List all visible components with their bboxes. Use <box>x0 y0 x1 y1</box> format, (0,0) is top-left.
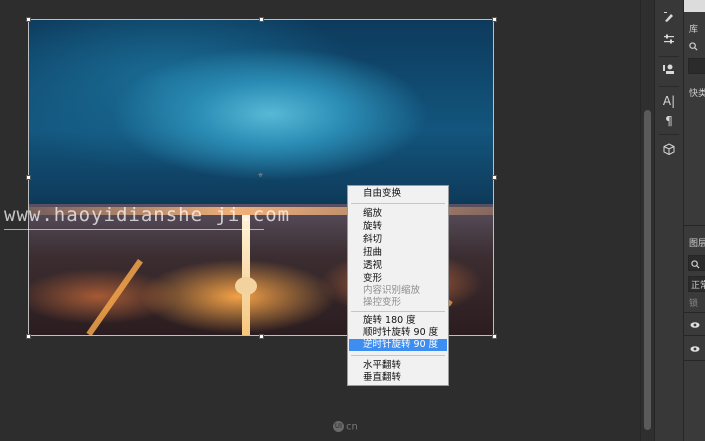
menu-item-puppet-warp[interactable]: 操控变形 <box>349 297 447 309</box>
menu-item-flip-vertical[interactable]: 垂直翻转 <box>349 372 447 384</box>
bottom-logo: UI cn <box>333 421 358 433</box>
panel-tab-top[interactable] <box>684 0 705 12</box>
right-panel: 库 快类 图层 正常 锁 <box>683 0 705 441</box>
transform-handle-top[interactable] <box>259 17 264 22</box>
lock-label: 锁 <box>689 299 699 309</box>
layer-filter[interactable] <box>688 255 705 271</box>
transform-context-menu[interactable]: 自由变换 缩放 旋转 斜切 扭曲 透视 变形 内容识别缩放 操控变形 旋转 18… <box>347 185 449 386</box>
menu-separator <box>351 203 445 204</box>
strip-separator <box>659 86 679 87</box>
panel-separator <box>684 360 705 361</box>
watermark-text: www.haoyidianshe ji.com <box>4 204 291 226</box>
menu-item-rotate-90-ccw[interactable]: 逆时针旋转 90 度 <box>349 339 447 351</box>
search-icon[interactable] <box>689 42 698 54</box>
visibility-eye-icon[interactable] <box>690 344 700 354</box>
blend-mode-value: 正常 <box>691 281 705 291</box>
brush-settings-icon[interactable] <box>655 8 683 30</box>
transform-handle-bottom-left[interactable] <box>26 334 31 339</box>
strip-separator <box>659 134 679 135</box>
panel-separator <box>684 312 705 313</box>
menu-item-content-aware-scale[interactable]: 内容识别缩放 <box>349 285 447 297</box>
3d-cube-icon[interactable] <box>655 140 683 162</box>
canvas-area[interactable]: ⌖ www.haoyidianshe ji.com UI cn 自由变换 缩放 旋… <box>0 0 640 441</box>
paragraph-icon[interactable]: ¶ <box>655 110 683 132</box>
menu-separator <box>351 355 445 356</box>
menu-item-skew[interactable]: 斜切 <box>349 234 447 246</box>
library-dropdown[interactable] <box>688 58 705 74</box>
library-label[interactable]: 库 <box>689 22 698 35</box>
transform-handle-top-right[interactable] <box>492 17 497 22</box>
transform-handle-top-left[interactable] <box>26 17 31 22</box>
transform-handle-bottom[interactable] <box>259 334 264 339</box>
blend-mode-select[interactable]: 正常 <box>688 276 705 292</box>
strip-separator <box>659 56 679 57</box>
character-icon[interactable]: A| <box>655 90 683 112</box>
bottom-logo-text: cn <box>346 421 358 433</box>
scrollbar-thumb[interactable] <box>644 110 651 430</box>
menu-item-perspective[interactable]: 透视 <box>349 260 447 272</box>
visibility-eye-icon[interactable] <box>690 320 700 330</box>
menu-separator <box>351 311 445 312</box>
canvas-vertical-scrollbar[interactable] <box>640 0 655 441</box>
transform-handle-left[interactable] <box>26 175 31 180</box>
menu-item-warp[interactable]: 变形 <box>349 273 447 285</box>
ui-logo-icon: UI <box>333 421 344 432</box>
adjust-sliders-icon[interactable] <box>655 30 683 52</box>
reference-point-icon[interactable]: ⌖ <box>256 172 265 181</box>
quick-label: 快类 <box>689 89 705 99</box>
menu-item-rotate[interactable]: 旋转 <box>349 221 447 233</box>
panel-separator <box>684 225 705 226</box>
menu-item-rotate-180[interactable]: 旋转 180 度 <box>349 315 447 327</box>
menu-item-free-transform[interactable]: 自由变换 <box>349 188 447 200</box>
layers-tab[interactable]: 图层 <box>689 236 705 249</box>
panel-tool-strip: A| ¶ <box>654 0 683 441</box>
menu-item-flip-horizontal[interactable]: 水平翻转 <box>349 360 447 372</box>
menu-item-scale[interactable]: 缩放 <box>349 208 447 220</box>
filter-search-icon <box>691 260 700 269</box>
transform-handle-right[interactable] <box>492 175 497 180</box>
panel-separator <box>684 335 705 336</box>
watermark-underline <box>4 229 264 230</box>
transform-handle-bottom-right[interactable] <box>492 334 497 339</box>
clone-source-icon[interactable] <box>655 60 683 82</box>
menu-item-rotate-90-cw[interactable]: 顺时针旋转 90 度 <box>349 327 447 339</box>
menu-item-distort[interactable]: 扭曲 <box>349 247 447 259</box>
